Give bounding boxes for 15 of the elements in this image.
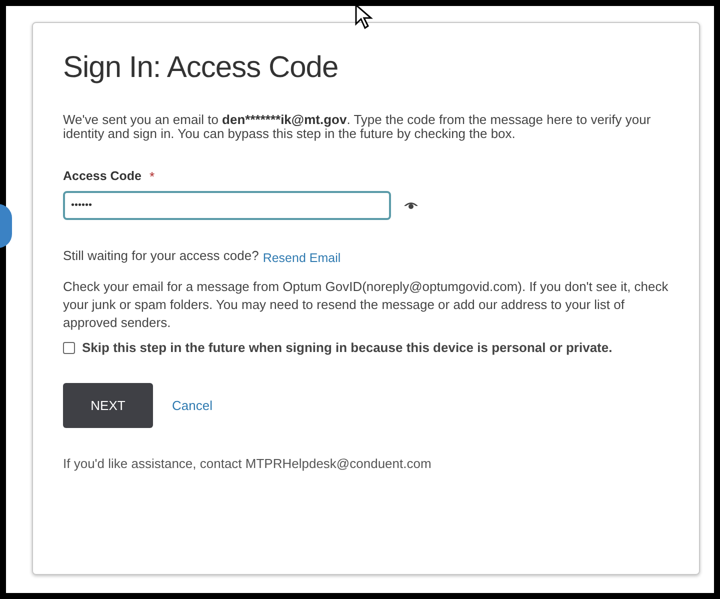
intro-text: We've sent you an email to den*******ik@mt.gov. Type the code from the message here to verify your identity and sign in. You can bypass this step in the future by checking the box. xyxy=(63,113,652,141)
eye-icon[interactable] xyxy=(403,200,419,210)
waiting-text: Still waiting for your access code? xyxy=(63,246,259,265)
skip-label: Skip this step in the future when signing in because this device is personal or private. xyxy=(82,340,614,355)
skip-checkbox[interactable] xyxy=(63,342,75,354)
info-text: Check your email for a message from Optum GovID(noreply@optumgovid.com). If you don't see it, check your junk or spam folders. You may need to resend the message or add our address to your list of approved senders. xyxy=(63,278,670,332)
next-button[interactable]: NEXT xyxy=(63,383,153,428)
page-title: Sign In: Access Code xyxy=(63,53,340,83)
field-label: Access Code xyxy=(63,168,142,186)
resend-email-link[interactable]: Resend Email xyxy=(262,249,341,268)
cancel-link[interactable]: Cancel xyxy=(172,396,212,416)
access-code-field[interactable]: •••••• xyxy=(63,190,391,220)
assistance-text: If you'd like assistance, contact MTPRHelpdesk@conduent.com xyxy=(63,455,432,473)
cursor-icon xyxy=(354,4,376,32)
required-mark: * xyxy=(150,168,155,186)
